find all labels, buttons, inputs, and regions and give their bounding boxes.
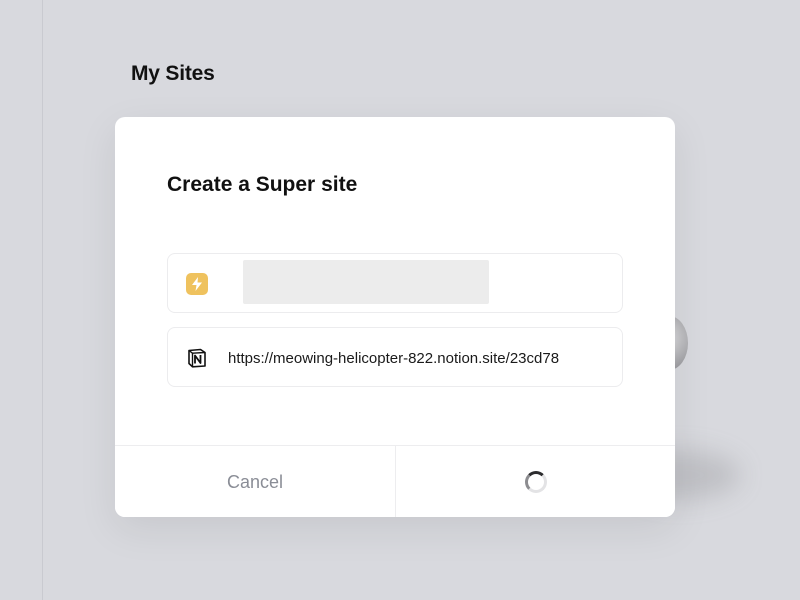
notion-url-input[interactable]: [228, 342, 600, 374]
page-title: My Sites: [131, 62, 215, 85]
lightning-bolt-icon: [186, 273, 208, 295]
create-site-modal: Create a Super site Cancel: [115, 117, 675, 517]
create-button[interactable]: [395, 446, 675, 517]
modal-footer: Cancel: [115, 445, 675, 517]
notion-logo-icon: [186, 347, 208, 369]
modal-title: Create a Super site: [167, 173, 358, 196]
notion-url-field[interactable]: [167, 327, 623, 387]
site-name-field[interactable]: [167, 253, 623, 313]
loading-spinner-icon: [524, 471, 547, 493]
sidebar-divider: [42, 0, 43, 600]
cancel-button[interactable]: Cancel: [115, 446, 395, 517]
site-name-input[interactable]: [243, 260, 489, 304]
